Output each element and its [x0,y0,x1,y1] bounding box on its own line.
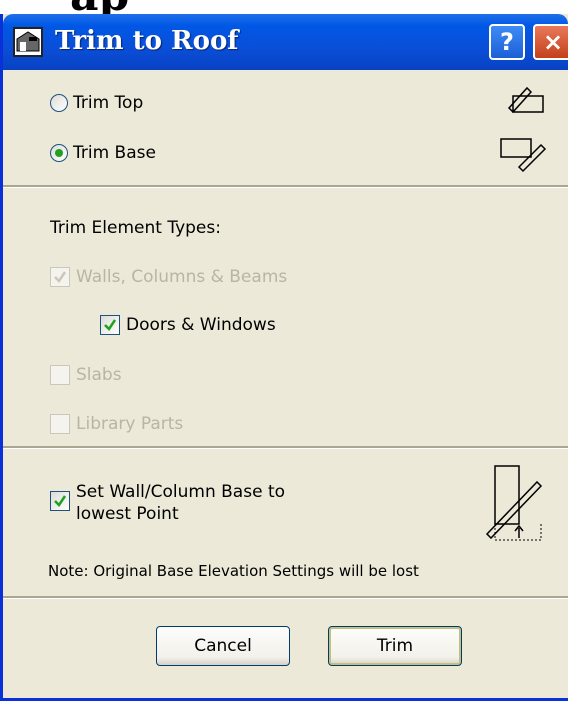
set-base-lowest-checkbox[interactable]: Set Wall/Column Base to lowest Point [50,481,285,525]
trim-top-icon [507,86,544,114]
trim-top-label: Trim Top [73,93,144,113]
divider-1 [3,185,568,188]
trim-base-radio-circle[interactable] [50,144,68,162]
library-label: Library Parts [76,414,184,434]
library-checkbox-box [50,414,70,434]
set-base-checkbox-box[interactable] [50,491,70,511]
trim-to-roof-dialog: Trim to Roof ? × Trim Top Trim Base Trim… [0,14,568,701]
trim-base-icon [500,138,547,173]
divider-3 [3,596,568,599]
set-base-label-line1: Set Wall/Column Base to [76,482,286,502]
doors-windows-checkbox[interactable]: Doors & Windows [100,315,276,335]
slabs-checkbox-box [50,365,70,385]
set-base-label: Set Wall/Column Base to lowest Point [76,481,285,525]
walls-checkbox-box [50,267,70,287]
trim-base-label: Trim Base [73,143,156,163]
slabs-checkbox: Slabs [50,365,122,385]
element-types-heading: Trim Element Types: [50,218,221,238]
base-elevation-note: Note: Original Base Elevation Settings w… [48,562,419,580]
cancel-button[interactable]: Cancel [156,626,290,666]
trim-base-radio[interactable]: Trim Base [50,143,156,163]
close-button[interactable]: × [533,24,568,60]
walls-columns-beams-checkbox: Walls, Columns & Beams [50,267,287,287]
lowest-point-icon [485,465,543,541]
help-button[interactable]: ? [489,24,525,60]
doors-label: Doors & Windows [126,315,276,335]
library-parts-checkbox: Library Parts [50,414,183,434]
slabs-label: Slabs [76,365,122,385]
trim-top-radio-circle[interactable] [50,94,68,112]
divider-2 [3,446,568,449]
set-base-label-line2: lowest Point [76,504,179,524]
doors-checkbox-box[interactable] [100,315,120,335]
dialog-title: Trim to Roof [55,26,239,56]
trim-top-radio[interactable]: Trim Top [50,93,143,113]
walls-label: Walls, Columns & Beams [76,267,288,287]
dialog-app-icon [13,27,43,57]
trim-button[interactable]: Trim [328,626,462,666]
title-bar[interactable]: Trim to Roof ? × [3,14,568,70]
